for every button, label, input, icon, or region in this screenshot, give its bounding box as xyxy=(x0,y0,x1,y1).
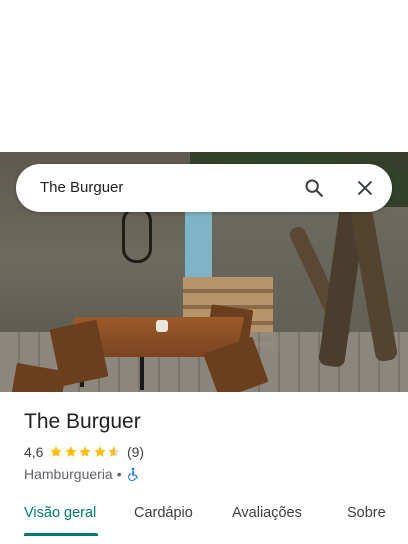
photo-wall-lamp xyxy=(122,207,152,263)
star-icon xyxy=(94,446,106,457)
review-count[interactable]: (9) xyxy=(127,444,144,460)
tab-visao-geral[interactable]: Visão geral xyxy=(24,505,96,521)
star-icon xyxy=(108,446,121,457)
star-icon xyxy=(79,446,92,457)
star-icon xyxy=(50,446,63,457)
tab-bar: Visão geral Cardápio Avaliações Sobre xyxy=(0,500,408,536)
star-rating xyxy=(49,445,122,459)
active-tab-indicator xyxy=(24,533,98,536)
photo-table-leg xyxy=(140,357,144,390)
search-input[interactable]: The Burguer xyxy=(40,179,123,196)
wheelchair-icon xyxy=(126,467,140,482)
close-icon[interactable] xyxy=(354,177,376,199)
separator-dot: • xyxy=(116,466,122,482)
place-title: The Burguer xyxy=(24,410,141,433)
tab-avaliacoes[interactable]: Avaliações xyxy=(232,505,302,521)
rating-row[interactable]: 4,6 (9) xyxy=(24,444,144,460)
place-category[interactable]: Hamburgueria xyxy=(24,466,113,482)
top-blank-area xyxy=(0,0,408,152)
tab-sobre[interactable]: Sobre xyxy=(347,505,386,521)
search-bar[interactable]: The Burguer xyxy=(16,164,392,212)
photo-napkin-holder xyxy=(156,320,168,332)
category-row: Hamburgueria • xyxy=(24,466,140,482)
tab-cardapio[interactable]: Cardápio xyxy=(134,505,193,521)
search-icon[interactable] xyxy=(303,177,325,199)
star-icon xyxy=(65,446,77,457)
rating-value: 4,6 xyxy=(24,444,44,460)
